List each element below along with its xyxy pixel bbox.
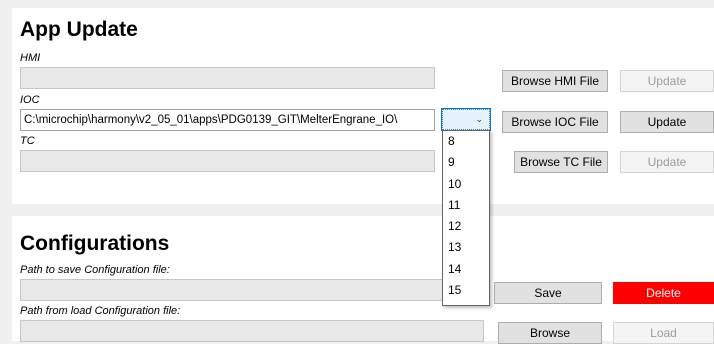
load-path-label: Path from load Configuration file: [20, 305, 181, 317]
dropdown-option[interactable]: 10 [443, 174, 489, 195]
hmi-path-field[interactable] [20, 67, 435, 89]
save-path-field[interactable] [20, 279, 484, 301]
browse-ioc-file-button[interactable]: Browse IOC File [502, 111, 608, 133]
dropdown-option[interactable]: 12 [443, 216, 489, 237]
dropdown-option[interactable]: 11 [443, 195, 489, 216]
load-path-field[interactable] [20, 320, 484, 342]
tc-path-field[interactable] [20, 150, 435, 172]
chevron-down-icon: ⌄ [475, 114, 483, 124]
hmi-update-button[interactable]: Update [620, 70, 714, 92]
ioc-version-combobox[interactable]: ⌄ [441, 108, 491, 131]
ioc-version-dropdown-list[interactable]: 8 9 10 11 12 13 14 15 [442, 130, 490, 306]
ioc-path-field[interactable]: C:\microchip\harmony\v2_05_01\apps\PDG01… [20, 109, 435, 131]
save-path-label: Path to save Configuration file: [20, 264, 170, 276]
browse-tc-file-button[interactable]: Browse TC File [514, 151, 608, 173]
save-button[interactable]: Save [494, 282, 602, 304]
ioc-update-button[interactable]: Update [620, 111, 714, 133]
app-update-title: App Update [20, 18, 138, 41]
delete-button[interactable]: Delete [613, 282, 714, 304]
dropdown-option[interactable]: 15 [443, 280, 489, 301]
hmi-label: HMI [20, 52, 41, 64]
dropdown-option[interactable]: 9 [443, 152, 489, 173]
browse-hmi-file-button[interactable]: Browse HMI File [502, 70, 608, 92]
dropdown-option[interactable]: 8 [443, 131, 489, 152]
dropdown-option[interactable]: 13 [443, 237, 489, 258]
configurations-panel: Configurations Path to save Configuratio… [12, 216, 714, 344]
tc-update-button[interactable]: Update [620, 151, 714, 173]
dropdown-option[interactable]: 14 [443, 259, 489, 280]
configurations-title: Configurations [20, 232, 170, 255]
ioc-label: IOC [20, 94, 40, 106]
tc-label: TC [20, 135, 35, 147]
app-update-panel: App Update HMI Browse HMI File Update IO… [12, 8, 714, 204]
